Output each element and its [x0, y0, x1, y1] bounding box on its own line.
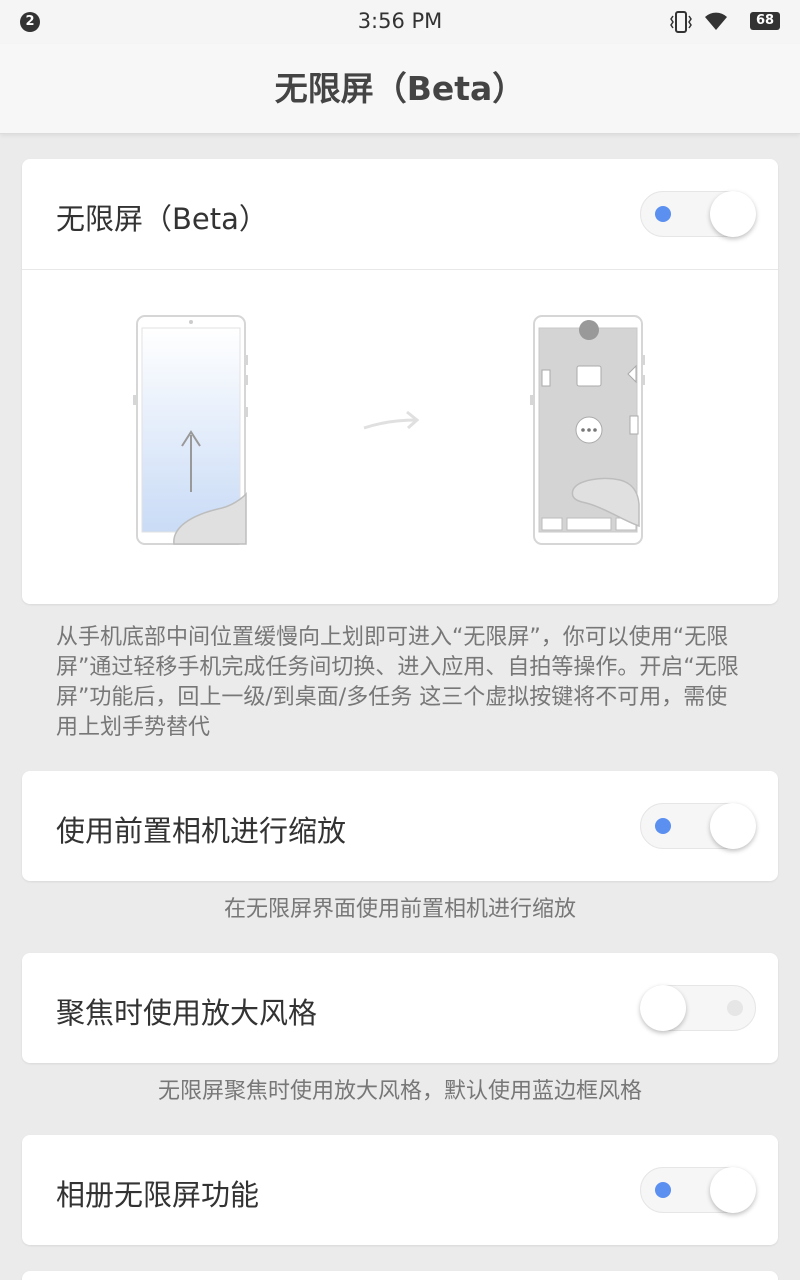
front-camera-zoom-card: 使用前置相机进行缩放	[22, 771, 778, 881]
infinite-screen-label: 无限屏（Beta）	[56, 202, 268, 236]
page-title: 无限屏（Beta）	[274, 69, 526, 108]
gallery-infinite-card: 相册无限屏功能	[22, 1135, 778, 1245]
status-icons: 68	[670, 10, 780, 34]
focus-zoom-style-label: 聚焦时使用放大风格	[56, 996, 318, 1030]
battery-icon: 68	[750, 12, 780, 30]
front-camera-zoom-label: 使用前置相机进行缩放	[56, 814, 347, 848]
gesture-illustration	[133, 315, 645, 545]
front-camera-zoom-toggle[interactable]	[640, 803, 756, 849]
focus-zoom-style-toggle[interactable]	[640, 985, 756, 1031]
gallery-infinite-toggle[interactable]	[640, 1167, 756, 1213]
toggle-knob	[710, 191, 756, 237]
phone-before-illustration	[133, 315, 248, 545]
focus-zoom-style-description: 无限屏聚焦时使用放大风格，默认使用蓝边框风格	[157, 1079, 642, 1104]
gallery-infinite-label: 相册无限屏功能	[56, 1178, 260, 1212]
toggle-indicator-dot	[655, 206, 671, 222]
focus-zoom-style-card: 聚焦时使用放大风格	[22, 953, 778, 1063]
toggle-indicator-dot	[655, 818, 671, 834]
next-setting-card	[22, 1271, 778, 1280]
phone-after-illustration	[530, 315, 645, 545]
toggle-knob	[710, 1167, 756, 1213]
infinite-screen-toggle[interactable]	[640, 191, 756, 237]
infinite-screen-description: 从手机底部中间位置缓慢向上划即可进入“无限屏”，你可以使用“无限屏”通过轻移手机…	[56, 625, 739, 740]
toggle-indicator-dot	[655, 1182, 671, 1198]
infinite-screen-card: 无限屏（Beta）	[22, 159, 778, 604]
vibrate-icon	[670, 11, 692, 33]
toggle-knob	[640, 985, 686, 1031]
toggle-knob	[710, 803, 756, 849]
title-bar: 无限屏（Beta）	[0, 44, 800, 134]
toggle-indicator-dot	[727, 1000, 743, 1016]
status-bar: 2 3:56 PM 68	[0, 0, 800, 44]
front-camera-zoom-description: 在无限屏界面使用前置相机进行缩放	[223, 897, 576, 922]
wifi-icon	[705, 12, 727, 30]
